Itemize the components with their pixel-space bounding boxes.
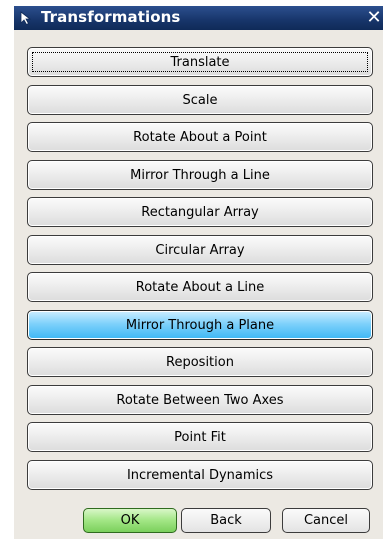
transformations-dialog: Transformations ✕ Translate Scale Rotate…: [0, 0, 383, 539]
scale-button[interactable]: Scale: [27, 85, 373, 115]
title-bar[interactable]: Transformations ✕: [14, 6, 383, 30]
ok-button[interactable]: OK: [83, 508, 177, 533]
incremental-dynamics-button[interactable]: Incremental Dynamics: [27, 460, 373, 490]
rotate-about-line-button[interactable]: Rotate About a Line: [27, 272, 373, 302]
reposition-button[interactable]: Reposition: [27, 347, 373, 377]
back-button[interactable]: Back: [181, 508, 271, 533]
rotate-about-point-button[interactable]: Rotate About a Point: [27, 122, 373, 152]
dialog-title: Transformations: [41, 8, 181, 26]
point-fit-button[interactable]: Point Fit: [27, 422, 373, 452]
translate-button[interactable]: Translate: [27, 47, 373, 77]
mirror-through-line-button[interactable]: Mirror Through a Line: [27, 160, 373, 190]
cancel-button[interactable]: Cancel: [282, 508, 370, 533]
cursor-arrow-icon: [18, 10, 34, 26]
close-icon[interactable]: ✕: [365, 8, 383, 28]
rotate-between-two-axes-button[interactable]: Rotate Between Two Axes: [27, 385, 373, 415]
circular-array-button[interactable]: Circular Array: [27, 235, 373, 265]
options-panel: Translate Scale Rotate About a Point Mir…: [14, 30, 383, 539]
mirror-through-plane-button[interactable]: Mirror Through a Plane: [27, 310, 373, 340]
rectangular-array-button[interactable]: Rectangular Array: [27, 197, 373, 227]
